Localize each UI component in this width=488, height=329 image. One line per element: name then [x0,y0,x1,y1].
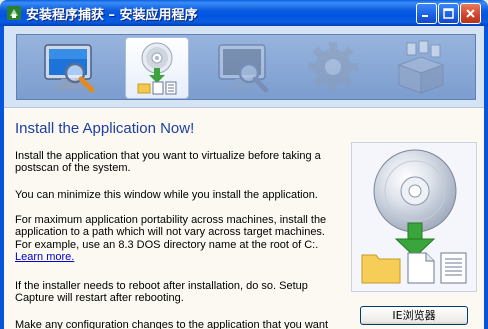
title-bar[interactable]: 安装程序捕获 – 安装应用程序 [0,0,488,26]
monitor-magnifier-icon [218,44,269,93]
ie-browser-button[interactable]: IE浏览器 [360,306,468,325]
install-illustration-panel [351,142,477,292]
step-prescan [39,37,103,99]
step-configure [301,37,365,99]
close-button[interactable] [460,3,481,24]
header-band [4,26,484,108]
package-box-icon [397,40,445,94]
step-postscan [213,37,277,99]
close-icon [466,9,475,18]
reboot-text: If the installer needs to reboot after i… [15,280,308,305]
step-package [389,37,453,99]
maximize-icon [443,8,454,19]
minimize-hint-text: You can minimize this window while you i… [15,189,318,201]
learn-more-link[interactable]: Learn more. [15,251,74,263]
minimize-button[interactable] [416,3,437,24]
minimize-icon [422,15,428,17]
instruction-text: Install the application that you want to… [15,150,321,175]
wizard-steps [16,34,476,100]
app-icon [7,6,21,20]
configuration-text: Make any configuration changes to the ap… [15,319,329,329]
cd-install-illustration-icon [361,149,467,284]
monitor-magnifier-icon [44,44,95,93]
portability-text-body: For maximum application portability acro… [15,214,327,251]
step-install [125,37,189,99]
page-title: Install the Application Now! [15,120,195,137]
portability-text: For maximum application portability acro… [15,214,337,264]
cd-install-icon [137,42,177,95]
maximize-button[interactable] [438,3,459,24]
main-content: Install the Application Now! Install the… [4,108,484,329]
window-title: 安装程序捕获 – 安装应用程序 [26,8,198,23]
window-frame-right [484,26,488,329]
gear-icon [308,42,358,92]
